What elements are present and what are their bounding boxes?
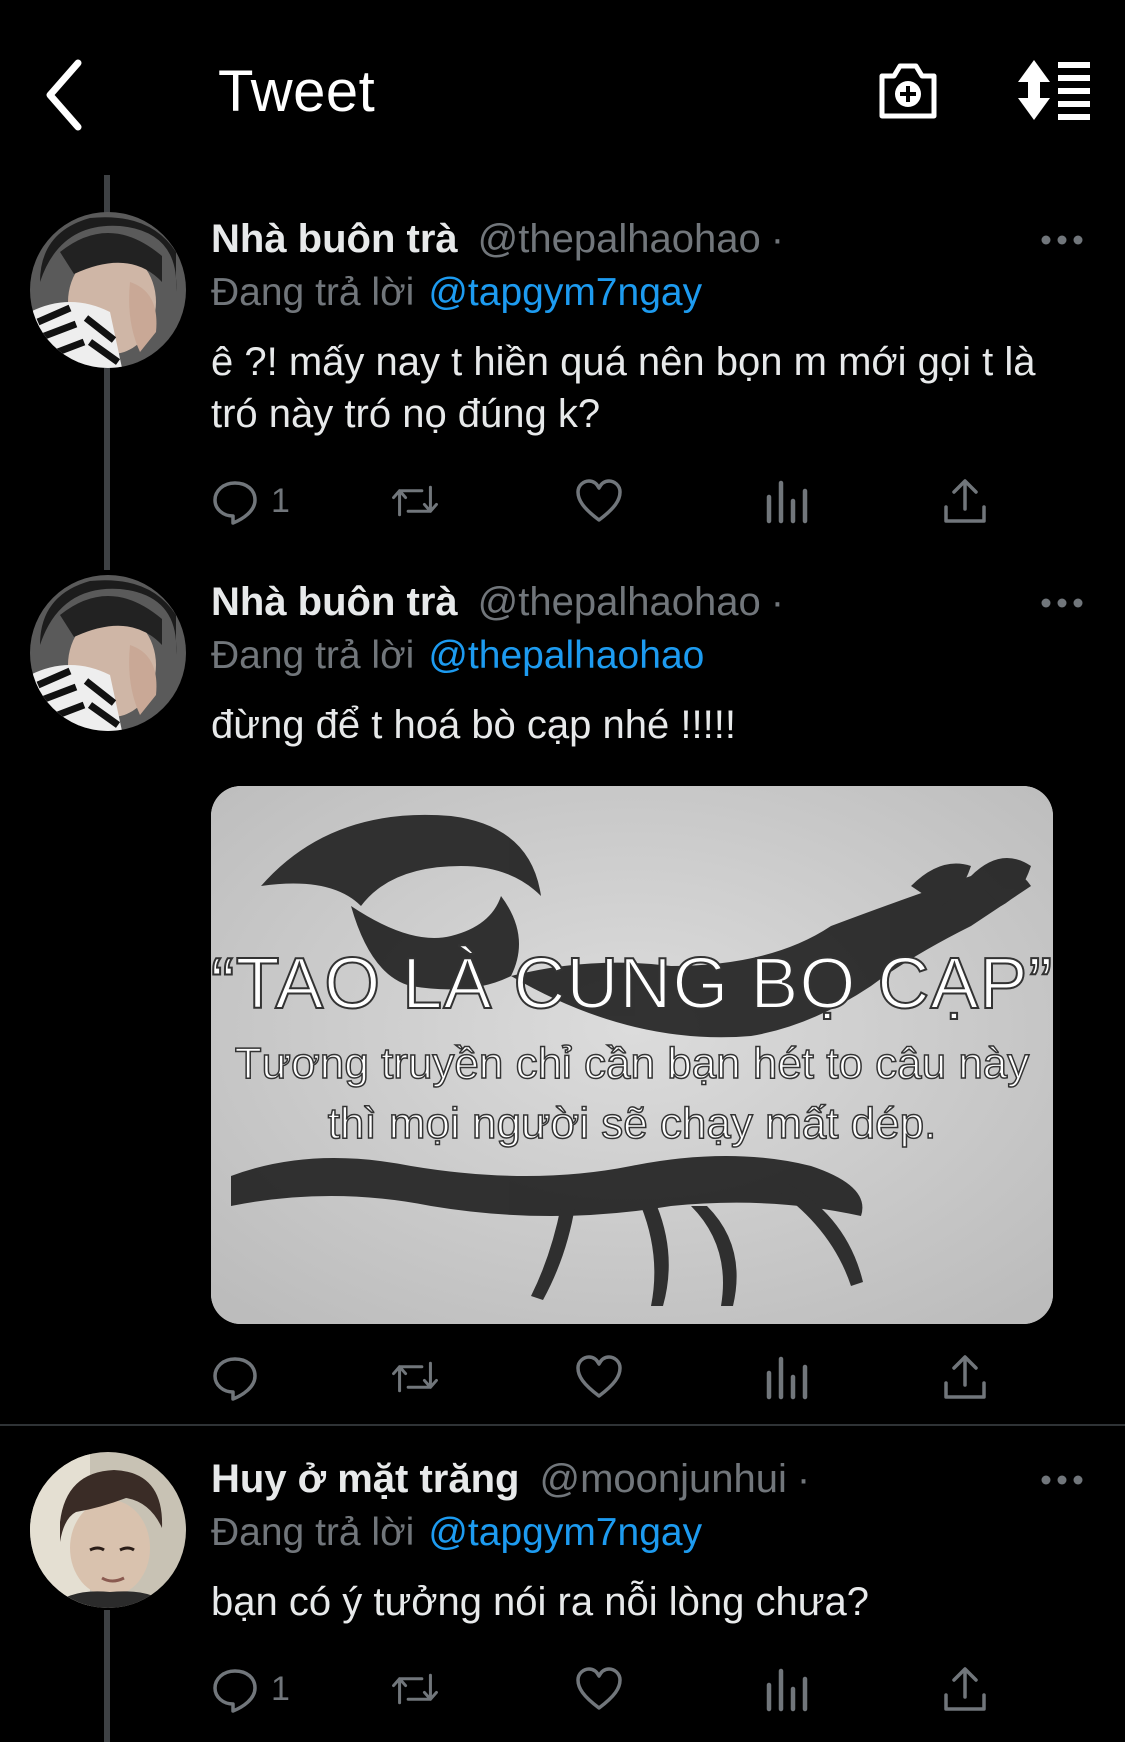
heart-icon [576,479,622,522]
username[interactable]: @thepalhaohao [478,580,761,624]
tweet-text: ê ?! mấy nay t hiền quá nên bọn m mới gọ… [211,340,1036,436]
heart-icon [576,1667,622,1710]
action-bar [211,1352,1011,1402]
more-options-icon[interactable] [1040,1470,1084,1490]
mention-link[interactable]: @tapgym7ngay [428,271,702,314]
reply-icon [213,1669,257,1713]
divider [0,1424,1125,1426]
like-button[interactable] [575,476,623,526]
bar-chart-icon [766,480,808,524]
replying-to: Đang trả lời @thepalhaohao [211,631,704,681]
top-bar: Tweet [0,0,1125,180]
bar-chart-icon [766,1356,808,1400]
share-icon [944,479,986,523]
share-icon [944,1667,986,1711]
separator-dot: · [796,1457,811,1501]
username[interactable]: @thepalhaohao [478,217,761,261]
tweet-image[interactable]: “TAO LÀ CUNG BỌ CẠP” Tương truyền chỉ cầ… [211,786,1053,1324]
tweet-text: bạn có ý tưởng nói ra nỗi lòng chưa? [211,1580,869,1624]
views-button[interactable] [763,1664,811,1714]
retweet-icon [392,485,438,517]
retweet-button[interactable] [391,1352,439,1402]
separator-dot: · [770,580,785,624]
avatar[interactable] [30,575,186,731]
avatar[interactable] [30,212,186,368]
separator-dot: · [770,217,785,261]
reply-button[interactable]: 1 [211,476,290,526]
mention-link[interactable]: @thepalhaohao [428,634,704,677]
sort-icon[interactable] [1016,58,1092,122]
action-bar: 1 [211,1664,1011,1714]
image-caption-line: Tương truyền chỉ cần bạn hét to câu này [235,1039,1030,1088]
reply-count: 1 [271,1669,290,1708]
heart-icon [576,1355,622,1398]
views-button[interactable] [763,476,811,526]
retweet-button[interactable] [391,1664,439,1714]
replying-to-label: Đang trả lời [211,271,415,314]
like-button[interactable] [575,1664,623,1714]
author-row: Huy ở mặt trăng @moonjunhui · [211,1454,810,1504]
more-options-icon[interactable] [1040,230,1084,250]
display-name[interactable]: Huy ở mặt trăng [211,1457,519,1501]
retweet-icon [392,1673,438,1705]
thread-line [104,1610,110,1742]
replying-to: Đang trả lời @tapgym7ngay [211,1508,702,1558]
reply-button[interactable]: 1 [211,1664,290,1714]
share-button[interactable] [941,1664,989,1714]
back-arrow-icon[interactable] [40,55,100,135]
replying-to-label: Đang trả lời [211,634,415,677]
avatar[interactable] [30,1452,186,1608]
share-button[interactable] [941,1352,989,1402]
image-caption-title: “TAO LÀ CUNG BỌ CẠP” [211,944,1053,1024]
author-row: Nhà buôn trà @thepalhaohao · [211,577,784,627]
replying-to: Đang trả lời @tapgym7ngay [211,268,702,318]
more-options-icon[interactable] [1040,593,1084,613]
username[interactable]: @moonjunhui [539,1457,786,1501]
image-caption-line: thì mọi người sẽ chạy mất dép. [328,1099,937,1148]
mention-link[interactable]: @tapgym7ngay [428,1511,702,1554]
like-button[interactable] [575,1352,623,1402]
page-title: Tweet [218,59,376,124]
replying-to-label: Đang trả lời [211,1511,415,1554]
share-icon [944,1355,986,1399]
display-name[interactable]: Nhà buôn trà [211,217,458,261]
reply-icon [213,1357,257,1401]
bar-chart-icon [766,1668,808,1712]
tweet-text: đừng để t hoá bò cạp nhé !!!!! [211,703,736,747]
author-row: Nhà buôn trà @thepalhaohao · [211,214,784,264]
action-bar: 1 [211,476,1011,526]
retweet-icon [392,1361,438,1393]
retweet-button[interactable] [391,476,439,526]
reply-count: 1 [271,481,290,520]
camera-plus-icon[interactable] [876,58,940,122]
reply-icon [213,481,257,525]
reply-button[interactable] [211,1352,271,1402]
views-button[interactable] [763,1352,811,1402]
display-name[interactable]: Nhà buôn trà [211,580,458,624]
share-button[interactable] [941,476,989,526]
